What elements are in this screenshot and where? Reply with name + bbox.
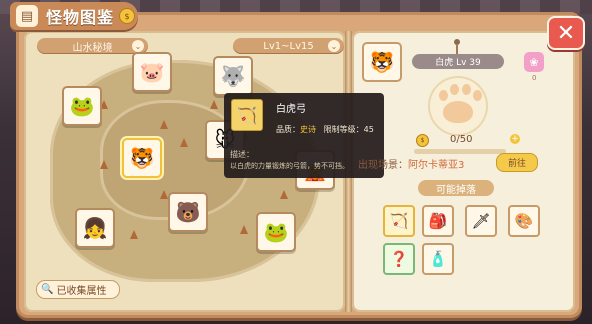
- quality-value: 史诗: [300, 125, 316, 134]
- drop-item-bow[interactable]: 🏹: [383, 205, 415, 237]
- paw-toe: [462, 84, 471, 95]
- paw-toe: [439, 90, 448, 101]
- tree-decoration: [280, 190, 288, 199]
- title-tab: ▤ 怪物图鉴 $: [10, 2, 138, 30]
- bow-icon: 🏹: [231, 99, 263, 131]
- level-requirement: 限制等级：45: [323, 125, 374, 134]
- monster-card-tiger[interactable]: 🐯: [122, 138, 162, 178]
- paw-toe: [473, 90, 482, 101]
- card-count: 0: [532, 74, 537, 82]
- paw-toe: [450, 84, 459, 95]
- level-dropdown[interactable]: Lv1~Lv15 ⌄: [233, 38, 344, 54]
- goto-button[interactable]: 前往: [496, 153, 538, 172]
- monster-card-pig[interactable]: 🐷: [132, 52, 172, 92]
- monster-card-wolf[interactable]: 🐺: [213, 56, 253, 96]
- collected-attributes-button[interactable]: 🔍 已收集属性: [36, 280, 120, 299]
- level-dropdown-label: Lv1~Lv15: [263, 40, 314, 52]
- book-icon: ▤: [16, 5, 38, 27]
- tree-decoration: [210, 100, 218, 109]
- tooltip-item-name: 白虎弓: [276, 104, 306, 115]
- tree-decoration: [130, 230, 138, 239]
- tree-decoration: [160, 190, 168, 199]
- monster-card-toad[interactable]: 🐸: [256, 212, 296, 252]
- tooltip-quality: 品质：史诗 限制等级：45: [276, 125, 374, 134]
- drops-title: 可能掉落: [418, 180, 494, 196]
- region-dropdown[interactable]: 山水秘境 ⌄: [37, 38, 148, 54]
- magnifier-icon: 🔍: [41, 284, 54, 295]
- region-dropdown-label: 山水秘境: [72, 42, 113, 54]
- drop-item-sword[interactable]: 🗡: [465, 205, 497, 237]
- progress-bar: [414, 149, 506, 154]
- tree-decoration: [100, 160, 108, 169]
- drop-item-bag[interactable]: 🎒: [422, 205, 454, 237]
- appear-place: 阿尔卡蒂亚3: [408, 160, 465, 171]
- monster-avatar: 🐯: [362, 42, 402, 82]
- close-button[interactable]: ✕: [547, 16, 585, 50]
- monster-card-girl[interactable]: 👧: [75, 208, 115, 248]
- tooltip-desc-label: 描述：: [230, 150, 254, 159]
- chevron-down-icon: ⌄: [132, 40, 144, 52]
- plus-icon[interactable]: +: [510, 134, 520, 144]
- monster-card-frog[interactable]: 🐸: [62, 86, 102, 126]
- drop-item-palette[interactable]: 🎨: [508, 205, 540, 237]
- progress-text: 0/50: [450, 134, 473, 145]
- tree-decoration: [180, 138, 188, 147]
- appear-scene: 出现场景：阿尔卡蒂亚3: [358, 160, 465, 171]
- pin-line: [456, 44, 458, 54]
- chevron-down-icon: ⌄: [328, 40, 340, 52]
- card-book-icon[interactable]: ❀: [524, 52, 544, 72]
- monster-name-plate: 白虎 Lv 39: [412, 54, 504, 69]
- drop-item-mystery-card[interactable]: ❓: [383, 243, 415, 275]
- collected-attributes-label: 已收集属性: [56, 286, 107, 297]
- page-title: 怪物图鉴: [46, 8, 115, 27]
- coin-icon: $: [416, 134, 429, 147]
- tree-decoration: [240, 225, 248, 234]
- tree-decoration: [160, 120, 168, 129]
- paw-icon: [443, 101, 473, 123]
- monster-card-bear[interactable]: 🐻: [168, 192, 208, 232]
- tooltip-description: 以白虎的力量锻炼的弓箭，势不可挡。: [230, 162, 349, 170]
- drop-item-bottle[interactable]: 🧴: [422, 243, 454, 275]
- coin-icon: $: [119, 8, 136, 24]
